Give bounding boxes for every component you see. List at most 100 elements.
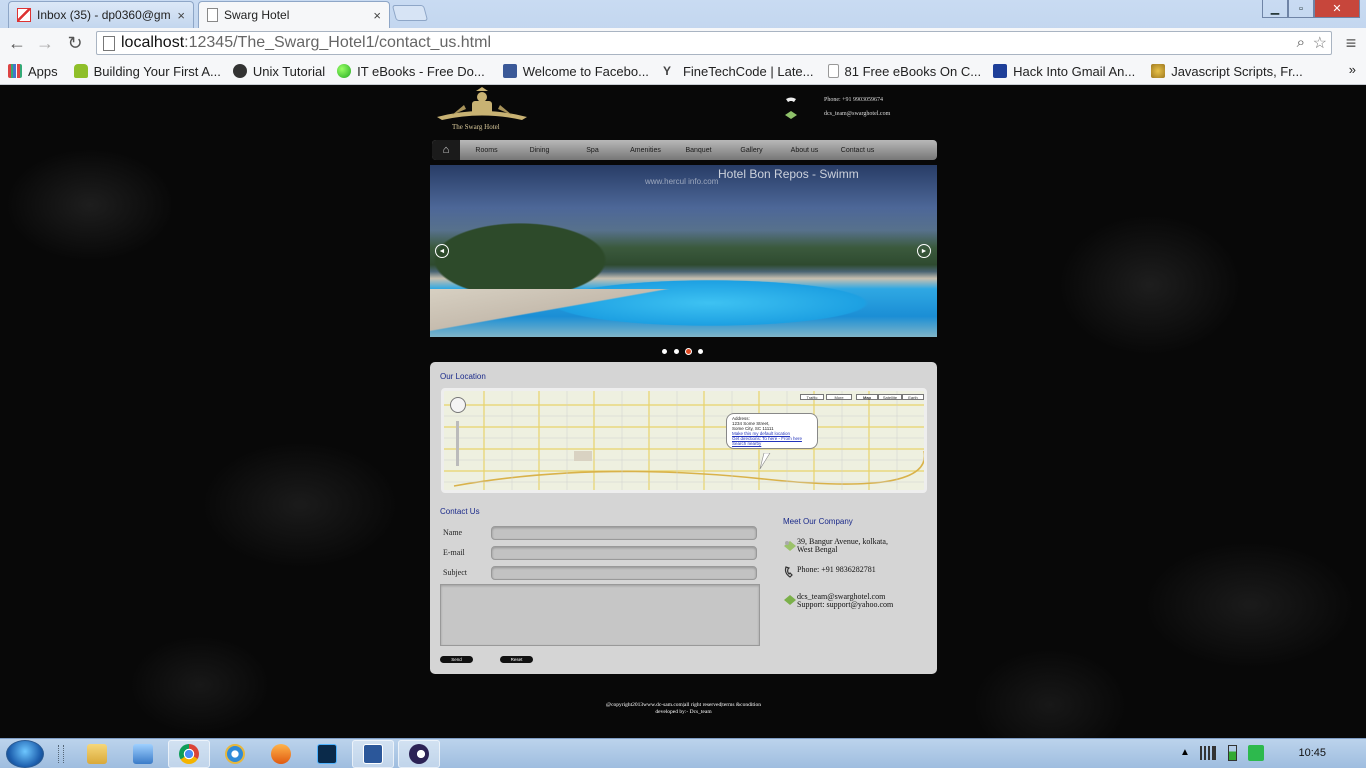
taskbar-media-player[interactable] — [260, 740, 302, 768]
close-icon[interactable]: × — [177, 8, 185, 23]
map-satellite-button[interactable]: Satellite — [878, 394, 902, 400]
forward-arrow-icon[interactable]: → — [34, 32, 56, 54]
nav-banquet[interactable]: Banquet — [672, 147, 725, 154]
bookmark-label: Welcome to Facebo... — [522, 63, 649, 79]
reset-button[interactable]: Reset — [500, 656, 533, 663]
contact-title: Contact Us — [440, 507, 480, 516]
network-tray-icon[interactable] — [1248, 745, 1264, 761]
send-button[interactable]: Send — [440, 656, 473, 663]
site-header: The Swarg Hotel Phone: +91 9903059674 dc… — [430, 85, 938, 137]
bookmark-label: 81 Free eBooks On C... — [844, 63, 982, 79]
bubble-link[interactable]: Search nearby — [732, 441, 812, 447]
close-icon[interactable]: × — [373, 8, 381, 23]
nav-spa[interactable]: Spa — [566, 147, 619, 154]
taskbar-eclipse[interactable] — [398, 740, 440, 768]
clock[interactable]: 10:45 — [1298, 747, 1326, 759]
map-earth-button[interactable]: Earth — [902, 394, 924, 400]
slider-dot[interactable] — [674, 349, 679, 354]
tab-inbox[interactable]: Inbox (35) - dp0360@gma × — [8, 1, 194, 28]
star-icon[interactable]: ☆ — [1313, 33, 1327, 53]
tab-strip: Inbox (35) - dp0360@gma × Swarg Hotel × … — [0, 0, 1366, 28]
map-bubble-tail — [759, 453, 771, 470]
chrome-icon — [179, 744, 199, 764]
image-slider: Hotel Bon Repos - Swimm www.hercul info.… — [430, 165, 937, 337]
bookmark-item[interactable]: Javascript Scripts, Fr... — [1151, 63, 1303, 79]
apps-grid-icon — [8, 64, 22, 78]
slide-deck — [430, 289, 937, 337]
signal-icon[interactable] — [1200, 746, 1216, 760]
menu-icon[interactable]: ≡ — [1340, 32, 1362, 54]
content-panel: Our Location Traffic More Map Satellite — [430, 362, 937, 674]
map-more-button[interactable]: More — [826, 394, 852, 400]
taskbar-ie[interactable] — [214, 740, 256, 768]
nav-dining[interactable]: Dining — [513, 147, 566, 154]
bookmark-apps[interactable]: Apps — [8, 64, 58, 79]
home-icon[interactable]: ⌂ — [432, 140, 460, 160]
taskbar-photoshop[interactable] — [306, 740, 348, 768]
finetech-icon: Y — [662, 64, 671, 78]
subject-input[interactable] — [491, 566, 757, 580]
company-support[interactable]: Support: support@yahoo.com — [783, 601, 893, 609]
map-map-button[interactable]: Map — [856, 394, 878, 400]
back-arrow-icon[interactable]: ← — [6, 32, 28, 54]
email-input[interactable] — [491, 546, 757, 560]
bookmark-item[interactable]: Building Your First A... — [73, 63, 221, 79]
map-pan-control[interactable] — [450, 397, 466, 413]
taskbar-network[interactable] — [122, 740, 164, 768]
slider-prev-icon[interactable]: ◄ — [435, 244, 449, 258]
zoom-search-icon[interactable]: ⌕ — [1297, 34, 1305, 51]
map-traffic-button[interactable]: Traffic — [800, 394, 824, 400]
taskbar-word[interactable] — [352, 740, 394, 768]
bookmark-item[interactable]: Welcome to Facebo... — [502, 63, 649, 79]
bookmark-item[interactable]: 81 Free eBooks On C... — [827, 63, 982, 79]
maximize-button[interactable]: ▫ — [1288, 0, 1314, 18]
nav-gallery[interactable]: Gallery — [725, 147, 778, 154]
header-contact: Phone: +91 9903059674 dcs_team@swarghote… — [784, 97, 890, 125]
nav-about-us[interactable]: About us — [778, 147, 831, 154]
start-button[interactable] — [6, 740, 44, 768]
nav-rooms[interactable]: Rooms — [460, 147, 513, 154]
internet-explorer-icon — [225, 744, 245, 764]
minimize-button[interactable]: ▁ — [1262, 0, 1288, 18]
nav-contact-us[interactable]: Contact us — [831, 147, 884, 154]
taskbar-explorer[interactable] — [76, 740, 118, 768]
message-textarea[interactable] — [440, 584, 760, 646]
nav-amenities[interactable]: Amenities — [619, 147, 672, 154]
efy-icon — [993, 64, 1008, 78]
bookmark-item[interactable]: Hack Into Gmail An... — [993, 64, 1135, 79]
bookmark-label: Building Your First A... — [93, 63, 221, 79]
tray-expand-icon[interactable]: ▲ — [1180, 747, 1190, 758]
page-icon — [103, 36, 115, 51]
slider-next-icon[interactable]: ► — [917, 244, 931, 258]
bookmark-label: Apps — [28, 63, 58, 79]
battery-icon[interactable] — [1228, 745, 1237, 761]
reload-icon[interactable]: ↻ — [64, 32, 86, 54]
window-close-button[interactable]: ✕ — [1314, 0, 1360, 18]
photoshop-icon — [317, 744, 337, 764]
location-title: Our Location — [440, 372, 486, 381]
header-email[interactable]: dcs_team@swarghotel.com — [824, 111, 890, 117]
url-path: :12345/The_Swarg_Hotel1/contact_us.html — [184, 34, 492, 51]
folder-icon — [87, 744, 107, 764]
slider-dot[interactable] — [698, 349, 703, 354]
address-bar[interactable]: localhost :12345/The_Swarg_Hotel1/contac… — [96, 31, 1332, 55]
footer-developer: developed by:- Dcs_team — [655, 709, 712, 715]
slider-dot-active[interactable] — [686, 349, 691, 354]
taskbar-chrome[interactable] — [168, 740, 210, 768]
bookmark-item[interactable]: IT eBooks - Free Do... — [337, 64, 485, 79]
name-input[interactable] — [491, 526, 757, 540]
google-map[interactable]: Traffic More Map Satellite Earth Address… — [441, 388, 927, 493]
map-zoom-slider[interactable] — [456, 421, 459, 466]
browser-chrome: Inbox (35) - dp0360@gma × Swarg Hotel × … — [0, 0, 1366, 85]
bookmark-item[interactable]: Unix Tutorial — [232, 64, 325, 79]
bookmark-label: Javascript Scripts, Fr... — [1171, 63, 1303, 79]
tab-swarg-hotel[interactable]: Swarg Hotel × — [198, 1, 390, 28]
word-icon — [363, 744, 383, 764]
bookmarks-overflow-button[interactable]: » — [1349, 62, 1356, 77]
bookmark-item[interactable]: Y FineTechCode | Late... — [663, 64, 814, 79]
new-tab-button[interactable] — [391, 5, 429, 21]
green-ball-icon — [337, 64, 352, 78]
bookmark-label: FineTechCode | Late... — [682, 63, 814, 79]
header-phone: Phone: +91 9903059674 — [824, 97, 884, 103]
slider-dot[interactable] — [662, 349, 667, 354]
